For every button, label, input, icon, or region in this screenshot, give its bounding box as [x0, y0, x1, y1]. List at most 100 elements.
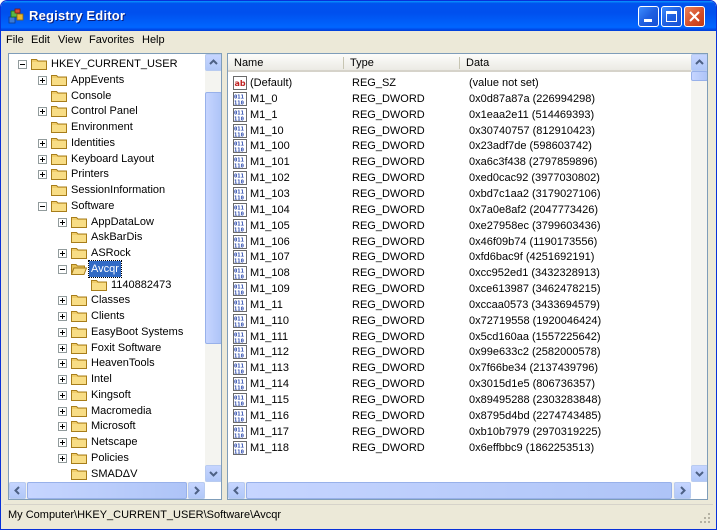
tree-item[interactable]: HeavenTools: [9, 355, 205, 371]
value-row[interactable]: 011 110 M1_117 REG_DWORD 0xb10b7979 (2970319…: [228, 424, 691, 440]
tree-item[interactable]: Environment: [9, 119, 205, 135]
value-row[interactable]: 011 110 M1_113 REG_DWORD 0x7f66be34 (2137439…: [228, 360, 691, 376]
values-hscroll-thumb[interactable]: [246, 482, 672, 499]
value-row[interactable]: 011 110 M1_118 REG_DWORD 0x6effbbc9 (1862253…: [228, 440, 691, 456]
value-row[interactable]: 011 110 M1_116 REG_DWORD 0x8795d4bd (2274743…: [228, 408, 691, 424]
tree-item[interactable]: Macromedia: [9, 403, 205, 419]
column-separator[interactable]: [459, 57, 460, 69]
expand-plus-icon[interactable]: [58, 296, 67, 306]
tree-item[interactable]: Microsoft: [9, 418, 205, 434]
tree-item[interactable]: SMADΔV: [9, 466, 205, 482]
value-row[interactable]: 011 110 M1_104 REG_DWORD 0x7a0e8af2 (2047773…: [228, 202, 691, 218]
tree-item[interactable]: Control Panel: [9, 103, 205, 119]
value-row[interactable]: 011 110 M1_105 REG_DWORD 0xe27958ec (3799603…: [228, 218, 691, 234]
tree-item[interactable]: Keyboard Layout: [9, 151, 205, 167]
expand-plus-icon[interactable]: [58, 249, 67, 258]
values-scroll-left-button[interactable]: [228, 482, 245, 499]
expand-plus-icon[interactable]: [58, 390, 67, 400]
tree-item[interactable]: Printers: [9, 166, 205, 182]
title-bar[interactable]: Registry Editor: [1, 1, 716, 31]
tree-item[interactable]: HKEY_CURRENT_USER: [9, 56, 205, 72]
tree-item[interactable]: SessionInformation: [9, 182, 205, 198]
registry-values-pane[interactable]: Name Type Data ab (Default) REG_SZ (value n…: [227, 53, 708, 500]
value-row[interactable]: 011 110 M1_1 REG_DWORD 0x1eaa2e11 (514469393…: [228, 107, 691, 123]
value-row[interactable]: ab (Default) REG_SZ (value not set): [228, 75, 691, 91]
tree-item[interactable]: Foxit Software: [9, 340, 205, 356]
collapse-minus-icon[interactable]: [18, 60, 27, 69]
expand-plus-icon[interactable]: [58, 406, 67, 416]
menu-file[interactable]: File: [6, 34, 24, 46]
tree-scroll-right-button[interactable]: [188, 482, 205, 499]
expand-plus-icon[interactable]: [58, 422, 67, 432]
expand-plus-icon[interactable]: [38, 107, 47, 117]
value-row[interactable]: 011 110 M1_106 REG_DWORD 0x46f09b74 (1190173…: [228, 234, 691, 250]
expand-plus-icon[interactable]: [58, 375, 67, 384]
value-row[interactable]: 011 110 M1_112 REG_DWORD 0x99e633c2 (2582000…: [228, 344, 691, 360]
expand-plus-icon[interactable]: [38, 154, 47, 164]
minimize-button[interactable]: [638, 6, 659, 27]
tree-scroll-thumb[interactable]: [205, 92, 221, 344]
tree-item[interactable]: Intel: [9, 371, 205, 387]
tree-item[interactable]: Kingsoft: [9, 387, 205, 403]
collapse-minus-icon[interactable]: [38, 201, 47, 211]
value-row[interactable]: 011 110 M1_102 REG_DWORD 0xed0cac92 (3977030…: [228, 170, 691, 186]
expand-plus-icon[interactable]: [58, 327, 67, 337]
collapse-minus-icon[interactable]: [58, 264, 67, 274]
menu-edit[interactable]: Edit: [31, 34, 50, 46]
menu-view[interactable]: View: [58, 34, 82, 46]
tree-item[interactable]: ASRock: [9, 245, 205, 261]
tree-item[interactable]: Identities: [9, 135, 205, 151]
tree-scroll-left-button[interactable]: [9, 482, 26, 499]
tree-item[interactable]: Netscape: [9, 434, 205, 450]
tree-item[interactable]: AppEvents: [9, 72, 205, 88]
column-header-type[interactable]: Type: [344, 54, 460, 72]
tree-item[interactable]: EasyBoot Systems: [9, 324, 205, 340]
expand-plus-icon[interactable]: [38, 170, 47, 180]
values-scroll-down-button[interactable]: [691, 465, 707, 482]
tree-item[interactable]: AppDataLow: [9, 214, 205, 230]
tree-item[interactable]: Avcqr: [9, 259, 205, 278]
expand-plus-icon[interactable]: [58, 359, 67, 369]
menu-favorites[interactable]: Favorites: [89, 34, 134, 46]
tree-item[interactable]: AskBarDis: [9, 229, 205, 245]
column-header-name[interactable]: Name: [228, 54, 344, 72]
value-row[interactable]: 011 110 M1_10 REG_DWORD 0x30740757 (81291042…: [228, 123, 691, 139]
expand-plus-icon[interactable]: [58, 453, 67, 463]
tree-item[interactable]: Console: [9, 88, 205, 104]
values-horizontal-scrollbar[interactable]: [228, 482, 691, 499]
value-row[interactable]: 011 110 M1_11 REG_DWORD 0xccaa0573 (34336945…: [228, 297, 691, 313]
resize-grip-icon[interactable]: [699, 512, 711, 524]
values-scroll-thumb[interactable]: [691, 71, 707, 81]
value-row[interactable]: 011 110 M1_110 REG_DWORD 0x72719558 (1920046…: [228, 313, 691, 329]
maximize-button[interactable]: [661, 6, 682, 27]
value-row[interactable]: 011 110 M1_103 REG_DWORD 0xbd7c1aa2 (3179027…: [228, 186, 691, 202]
tree-scroll-down-button[interactable]: [205, 465, 221, 482]
expand-plus-icon[interactable]: [38, 75, 47, 85]
expand-plus-icon[interactable]: [58, 312, 67, 321]
expand-plus-icon[interactable]: [58, 343, 67, 353]
tree-vertical-scrollbar[interactable]: [205, 54, 221, 482]
registry-tree-pane[interactable]: HKEY_CURRENT_USER AppEvents Console Control…: [8, 53, 222, 500]
value-row[interactable]: 011 110 M1_101 REG_DWORD 0xa6c3f438 (2797859…: [228, 154, 691, 170]
tree-item[interactable]: 1140882473: [9, 277, 205, 293]
column-separator[interactable]: [343, 57, 344, 69]
values-vertical-scrollbar[interactable]: [691, 54, 707, 482]
tree-hscroll-thumb[interactable]: [27, 482, 187, 499]
tree-item[interactable]: Software: [9, 198, 205, 214]
expand-plus-icon[interactable]: [58, 438, 67, 447]
expand-plus-icon[interactable]: [38, 138, 47, 148]
tree-item[interactable]: Policies: [9, 450, 205, 466]
value-row[interactable]: 011 110 M1_100 REG_DWORD 0x23adf7de (5986037…: [228, 138, 691, 154]
values-scroll-right-button[interactable]: [674, 482, 691, 499]
value-row[interactable]: 011 110 M1_108 REG_DWORD 0xcc952ed1 (3432328…: [228, 265, 691, 281]
tree-scroll-up-button[interactable]: [205, 54, 221, 71]
values-scroll-up-button[interactable]: [691, 54, 707, 71]
tree-item[interactable]: Classes: [9, 292, 205, 308]
close-button[interactable]: [684, 6, 705, 27]
column-header-data[interactable]: Data: [460, 54, 707, 72]
value-row[interactable]: 011 110 M1_114 REG_DWORD 0x3015d1e5 (8067363…: [228, 376, 691, 392]
value-row[interactable]: 011 110 M1_0 REG_DWORD 0x0d87a87a (226994298…: [228, 91, 691, 107]
value-row[interactable]: 011 110 M1_109 REG_DWORD 0xce613987 (3462478…: [228, 281, 691, 297]
value-row[interactable]: 011 110 M1_115 REG_DWORD 0x89495288 (2303283…: [228, 392, 691, 408]
tree-horizontal-scrollbar[interactable]: [9, 482, 205, 499]
